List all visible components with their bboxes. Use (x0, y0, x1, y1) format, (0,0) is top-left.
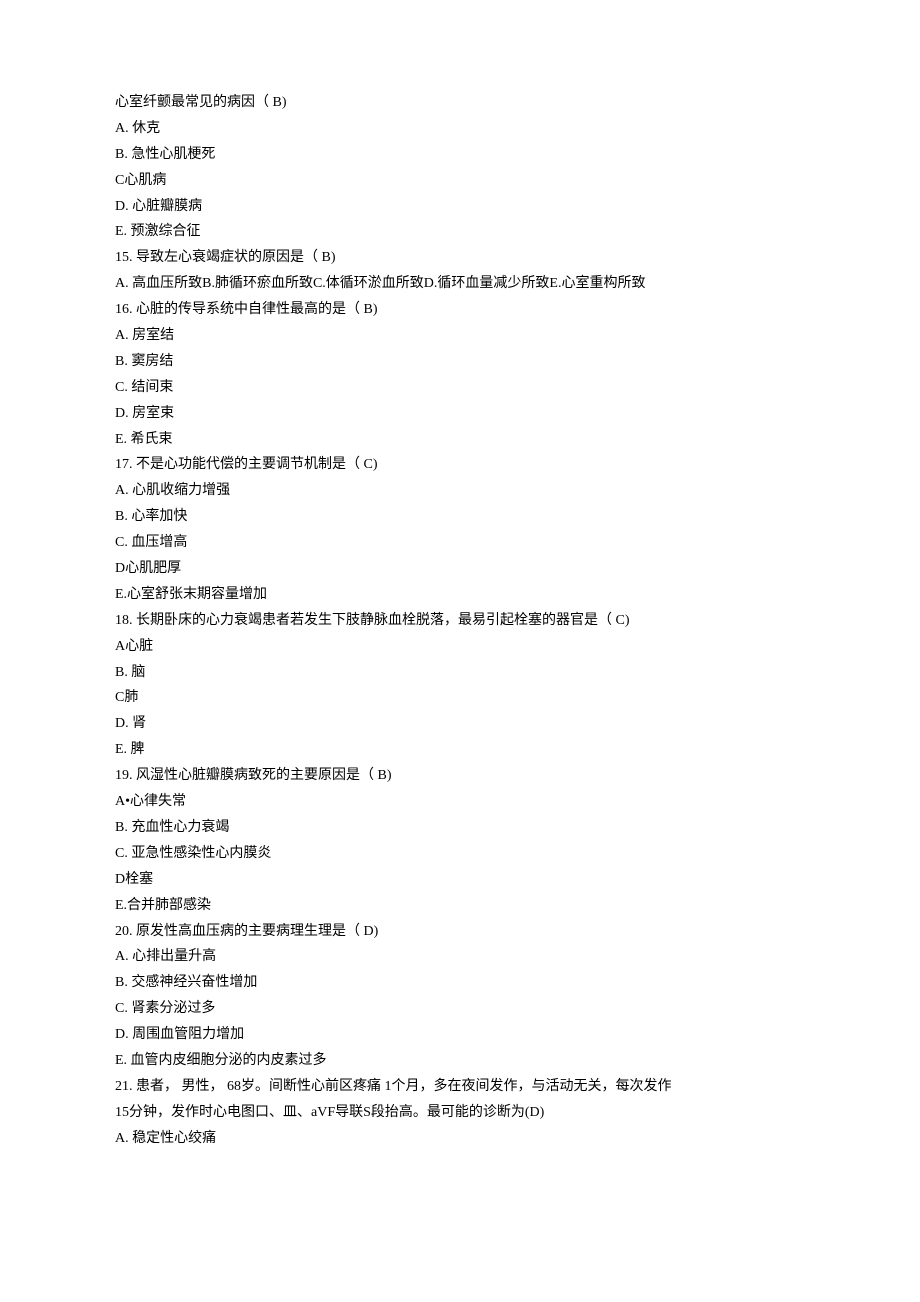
text-line: A•心律失常 (115, 789, 805, 815)
text-line: C. 亚急性感染性心内膜炎 (115, 841, 805, 867)
text-line: 16. 心脏的传导系统中自律性最高的是（ B) (115, 297, 805, 323)
text-line: E.心室舒张末期容量增加 (115, 582, 805, 608)
text-line: A. 心肌收缩力增强 (115, 478, 805, 504)
text-line: 18. 长期卧床的心力衰竭患者若发生下肢静脉血栓脱落，最易引起栓塞的器官是（ C… (115, 608, 805, 634)
text-line: D. 房室束 (115, 401, 805, 427)
text-line: A. 房室结 (115, 323, 805, 349)
text-line: D. 肾 (115, 711, 805, 737)
text-line: A. 稳定性心绞痛 (115, 1126, 805, 1152)
text-line: 15. 导致左心衰竭症状的原因是（ B) (115, 245, 805, 271)
text-line: B. 窦房结 (115, 349, 805, 375)
text-line: D心肌肥厚 (115, 556, 805, 582)
text-line: A. 休克 (115, 116, 805, 142)
text-line: A. 心排出量升高 (115, 944, 805, 970)
text-line: C. 结间束 (115, 375, 805, 401)
text-line: 15分钟，发作时心电图口、皿、aVF导联S段抬高。最可能的诊断为(D) (115, 1100, 805, 1126)
text-line: C. 血压增高 (115, 530, 805, 556)
text-line: E. 希氏束 (115, 427, 805, 453)
text-line: A. 高血压所致B.肺循环瘀血所致C.体循环淤血所致D.循环血量减少所致E.心室… (115, 271, 805, 297)
text-line: D. 周围血管阻力增加 (115, 1022, 805, 1048)
text-line: D. 心脏瓣膜病 (115, 194, 805, 220)
text-line: E. 预激综合征 (115, 219, 805, 245)
text-line: C肺 (115, 685, 805, 711)
text-line: E.合并肺部感染 (115, 893, 805, 919)
text-line: D栓塞 (115, 867, 805, 893)
text-line: B. 交感神经兴奋性增加 (115, 970, 805, 996)
text-line: B. 脑 (115, 660, 805, 686)
text-line: B. 心率加快 (115, 504, 805, 530)
text-line: B. 充血性心力衰竭 (115, 815, 805, 841)
text-line: 21. 患者， 男性， 68岁。间断性心前区疼痛 1个月，多在夜间发作，与活动无… (115, 1074, 805, 1100)
text-line: C. 肾素分泌过多 (115, 996, 805, 1022)
text-line: 17. 不是心功能代偿的主要调节机制是（ C) (115, 452, 805, 478)
text-line: A心脏 (115, 634, 805, 660)
text-line: C心肌病 (115, 168, 805, 194)
text-line: 19. 风湿性心脏瓣膜病致死的主要原因是（ B) (115, 763, 805, 789)
text-line: 心室纤颤最常见的病因（ B) (115, 90, 805, 116)
text-line: E. 脾 (115, 737, 805, 763)
text-line: 20. 原发性高血压病的主要病理生理是（ D) (115, 919, 805, 945)
text-line: E. 血管内皮细胞分泌的内皮素过多 (115, 1048, 805, 1074)
text-line: B. 急性心肌梗死 (115, 142, 805, 168)
